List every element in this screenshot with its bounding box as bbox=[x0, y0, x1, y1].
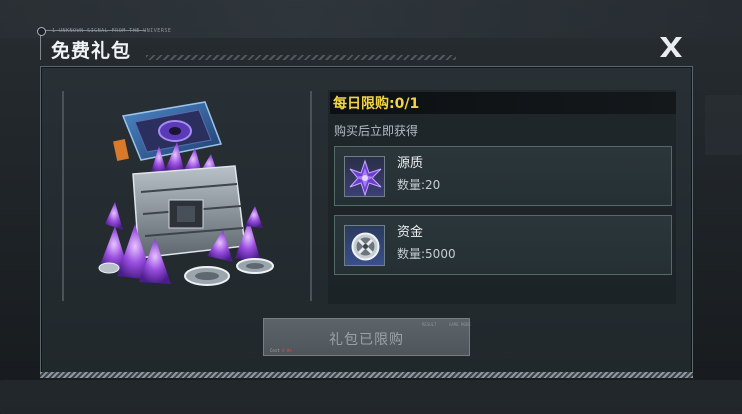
reward-item[interactable]: 资金 数量:5000 bbox=[334, 215, 672, 275]
reward-quantity: 数量:5000 bbox=[397, 245, 456, 262]
background-panel bbox=[0, 380, 742, 414]
close-icon bbox=[660, 37, 682, 57]
header-caption: 1 UNKNOWN SIGNAL FROM THE UNIVERSE bbox=[52, 28, 172, 34]
button-label: 礼包已限购 bbox=[329, 332, 404, 348]
quantity-value: 5000 bbox=[425, 247, 456, 261]
quantity-label: 数量: bbox=[397, 178, 426, 192]
quantity-value: 20 bbox=[425, 178, 441, 192]
close-button[interactable] bbox=[656, 33, 686, 61]
quantity-label: 数量: bbox=[397, 247, 426, 261]
reward-quantity: 数量:20 bbox=[397, 176, 440, 193]
header-divider bbox=[146, 55, 456, 60]
crystal-chest-icon bbox=[95, 96, 279, 292]
crystal-shard-icon bbox=[344, 156, 385, 197]
reward-item[interactable]: 源质 数量:20 bbox=[334, 146, 672, 206]
purchase-limited-button[interactable]: RESULT GAME MODE 礼包已限购 Cost 0 0% bbox=[263, 318, 471, 356]
button-caption-b: GAME MODE bbox=[449, 322, 471, 327]
background-panel bbox=[705, 95, 742, 155]
button-cost-caption: Cost 0 0% bbox=[270, 348, 292, 353]
button-caption-a: RESULT bbox=[422, 322, 437, 327]
pack-subtitle: 购买后立即获得 bbox=[334, 124, 419, 138]
purchase-limit-text: 每日限购:0/1 bbox=[333, 96, 420, 112]
gear-coin-icon bbox=[344, 225, 385, 266]
reward-name: 资金 bbox=[397, 225, 424, 240]
panel-bottom-stripe bbox=[40, 372, 693, 378]
page-title: 免费礼包 bbox=[51, 40, 132, 62]
reward-name: 源质 bbox=[397, 156, 424, 171]
cost-prefix: Cost bbox=[270, 348, 283, 353]
cost-value: 0 0% bbox=[282, 348, 292, 353]
